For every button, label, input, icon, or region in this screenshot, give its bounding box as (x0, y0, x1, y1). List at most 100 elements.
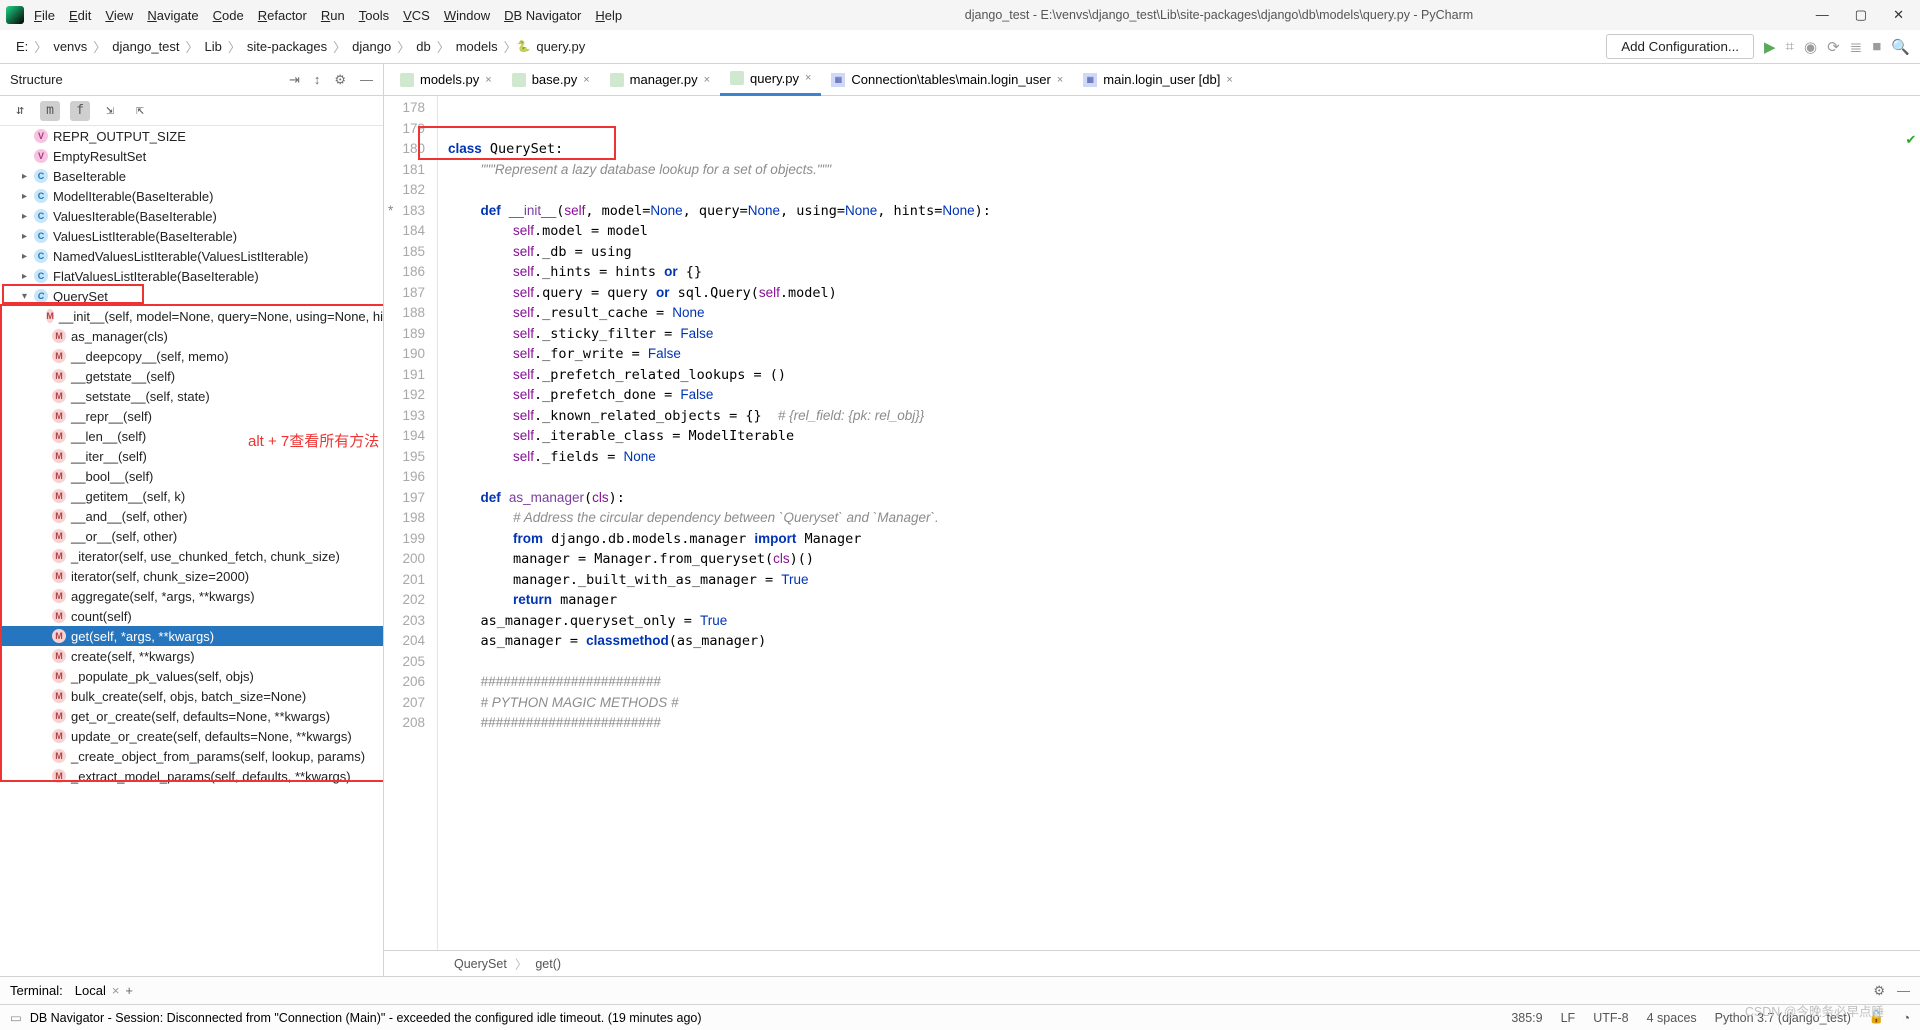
close-tab-icon[interactable]: × (704, 74, 710, 86)
debug-icon[interactable]: ⌗ (1786, 38, 1794, 55)
stop-icon[interactable]: ■ (1872, 38, 1881, 55)
sort-alpha-icon[interactable]: ⇵ (10, 101, 30, 121)
tree-item[interactable]: M_create_object_from_params(self, lookup… (0, 746, 383, 766)
minimize-icon[interactable]: — (1816, 7, 1829, 23)
status-box-icon[interactable]: ▭ (10, 1010, 22, 1025)
add-configuration-button[interactable]: Add Configuration... (1606, 34, 1754, 59)
tree-item[interactable]: M__getitem__(self, k) (0, 486, 383, 506)
close-terminal-tab-icon[interactable]: × (112, 983, 120, 998)
settings-icon[interactable]: ⚙ (334, 72, 346, 88)
menu-run[interactable]: Run (321, 8, 345, 23)
code-editor[interactable]: class QuerySet: """Represent a lazy data… (438, 96, 1920, 950)
tree-item[interactable]: M__repr__(self) (0, 406, 383, 426)
crumb-class[interactable]: QuerySet (454, 957, 507, 971)
profile-icon[interactable]: ⟳ (1827, 38, 1840, 56)
tree-item[interactable]: M__setstate__(self, state) (0, 386, 383, 406)
autoscroll-from-icon[interactable]: ⇱ (130, 101, 150, 121)
tree-item[interactable]: Mcount(self) (0, 606, 383, 626)
breadcrumb-item[interactable]: db (410, 39, 436, 54)
editor-tab[interactable]: query.py× (720, 64, 821, 96)
tree-item[interactable]: M__and__(self, other) (0, 506, 383, 526)
gear-icon[interactable]: ⚙ (1873, 983, 1885, 999)
structure-tree[interactable]: VREPR_OUTPUT_SIZEVEmptyResultSet▸CBaseIt… (0, 126, 383, 976)
tree-item[interactable]: M_iterator(self, use_chunked_fetch, chun… (0, 546, 383, 566)
menu-refactor[interactable]: Refactor (258, 8, 307, 23)
tree-item[interactable]: Mcreate(self, **kwargs) (0, 646, 383, 666)
tree-item[interactable]: Mupdate_or_create(self, defaults=None, *… (0, 726, 383, 746)
tree-item[interactable]: VREPR_OUTPUT_SIZE (0, 126, 383, 146)
tree-item[interactable]: ▸CFlatValuesListIterable(BaseIterable) (0, 266, 383, 286)
tree-item[interactable]: Maggregate(self, *args, **kwargs) (0, 586, 383, 606)
autoscroll-icon[interactable]: ⇲ (100, 101, 120, 121)
editor-tab[interactable]: manager.py× (600, 64, 720, 96)
tree-item[interactable]: Mas_manager(cls) (0, 326, 383, 346)
show-fields-icon[interactable]: f (70, 101, 90, 121)
search-icon[interactable]: 🔍 (1891, 38, 1910, 56)
menu-tools[interactable]: Tools (359, 8, 389, 23)
sort-icon[interactable]: ↕ (314, 72, 321, 88)
tree-item[interactable]: ▸CValuesListIterable(BaseIterable) (0, 226, 383, 246)
run-icon[interactable]: ▶ (1764, 38, 1776, 56)
tree-item[interactable]: M__deepcopy__(self, memo) (0, 346, 383, 366)
tree-item[interactable]: M__init__(self, model=None, query=None, … (0, 306, 383, 326)
line-separator[interactable]: LF (1561, 1011, 1576, 1025)
tree-item[interactable]: ▸CValuesIterable(BaseIterable) (0, 206, 383, 226)
breadcrumb-item[interactable]: venvs (47, 39, 93, 54)
encoding[interactable]: UTF-8 (1593, 1011, 1628, 1025)
editor-tab[interactable]: base.py× (502, 64, 600, 96)
close-tab-icon[interactable]: × (805, 72, 811, 84)
terminal-tab-local[interactable]: Local (75, 983, 106, 998)
indent[interactable]: 4 spaces (1647, 1011, 1697, 1025)
notify-icon[interactable]: ◔ (1902, 1011, 1910, 1025)
breadcrumb-item[interactable]: django_test (106, 39, 185, 54)
tree-item[interactable]: VEmptyResultSet (0, 146, 383, 166)
tree-item[interactable]: M__or__(self, other) (0, 526, 383, 546)
hide-icon[interactable]: — (360, 72, 373, 88)
editor-tab[interactable]: ▦main.login_user [db]× (1073, 64, 1243, 96)
tree-item[interactable]: ▸CBaseIterable (0, 166, 383, 186)
expand-icon[interactable]: ⇥ (289, 72, 300, 88)
close-icon[interactable]: ✕ (1893, 7, 1904, 23)
maximize-icon[interactable]: ▢ (1855, 7, 1867, 23)
tree-item[interactable]: M_populate_pk_values(self, objs) (0, 666, 383, 686)
interpreter[interactable]: Python 3.7 (django_test) (1715, 1011, 1851, 1025)
crumb-method[interactable]: get() (535, 957, 561, 971)
lock-icon[interactable]: 🔓 (1869, 1010, 1885, 1025)
attach-icon[interactable]: ≣ (1850, 38, 1863, 56)
editor-tab[interactable]: models.py× (390, 64, 502, 96)
menu-window[interactable]: Window (444, 8, 490, 23)
menu-vcs[interactable]: VCS (403, 8, 430, 23)
close-tab-icon[interactable]: × (583, 74, 589, 86)
breadcrumb-item[interactable]: Lib (199, 39, 228, 54)
menu-view[interactable]: View (105, 8, 133, 23)
editor-tab[interactable]: ▦Connection\tables\main.login_user× (821, 64, 1073, 96)
tree-item[interactable]: Miterator(self, chunk_size=2000) (0, 566, 383, 586)
coverage-icon[interactable]: ◉ (1804, 38, 1817, 56)
close-tab-icon[interactable]: × (1057, 74, 1063, 86)
tree-item[interactable]: M_extract_model_params(self, defaults, *… (0, 766, 383, 786)
breadcrumb-item[interactable]: models (450, 39, 504, 54)
tree-item[interactable]: M__bool__(self) (0, 466, 383, 486)
add-terminal-icon[interactable]: + (125, 983, 133, 998)
tree-item[interactable]: Mget_or_create(self, defaults=None, **kw… (0, 706, 383, 726)
menu-edit[interactable]: Edit (69, 8, 91, 23)
hide-panel-icon[interactable]: — (1897, 983, 1910, 999)
breadcrumb-item[interactable]: E: (10, 39, 34, 54)
menu-navigate[interactable]: Navigate (147, 8, 198, 23)
menu-db-navigator[interactable]: DB Navigator (504, 8, 581, 23)
menu-help[interactable]: Help (595, 8, 622, 23)
tree-item[interactable]: Mget(self, *args, **kwargs) (0, 626, 383, 646)
close-tab-icon[interactable]: × (485, 74, 491, 86)
menu-code[interactable]: Code (213, 8, 244, 23)
breadcrumb-item[interactable]: site-packages (241, 39, 333, 54)
tree-item[interactable]: Mbulk_create(self, objs, batch_size=None… (0, 686, 383, 706)
breadcrumb-item[interactable]: django (346, 39, 397, 54)
show-methods-icon[interactable]: m (40, 101, 60, 121)
tree-item[interactable]: M__getstate__(self) (0, 366, 383, 386)
close-tab-icon[interactable]: × (1226, 74, 1232, 86)
breadcrumb-item[interactable]: query.py (530, 39, 591, 54)
tree-item[interactable]: ▾CQuerySet (0, 286, 383, 306)
tree-item[interactable]: ▸CModelIterable(BaseIterable) (0, 186, 383, 206)
tree-item[interactable]: ▸CNamedValuesListIterable(ValuesListIter… (0, 246, 383, 266)
menu-file[interactable]: File (34, 8, 55, 23)
